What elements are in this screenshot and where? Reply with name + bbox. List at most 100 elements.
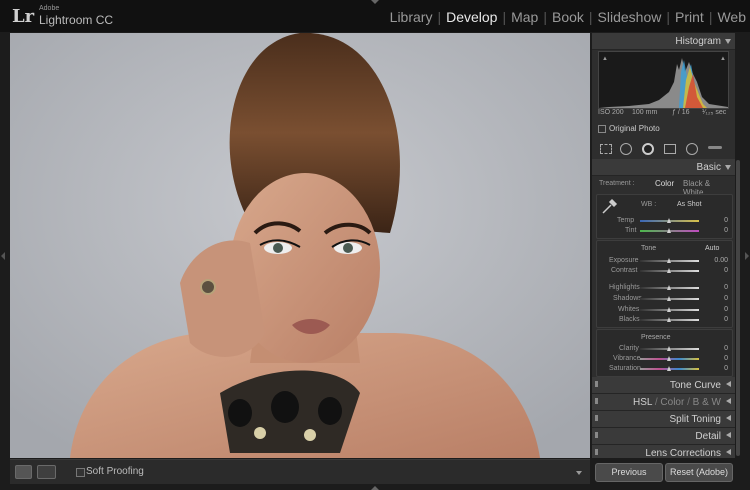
shadows-label: Shadows [613,295,642,302]
slider-handle[interactable] [667,258,671,263]
color-tab[interactable]: Color [660,397,684,408]
crop-tool-icon[interactable] [600,144,612,154]
histogram-title: Histogram [675,36,721,47]
module-library[interactable]: Library [390,9,433,25]
module-map[interactable]: Map [511,9,538,25]
panel-toggle-icon[interactable] [595,415,598,421]
saturation-slider[interactable] [640,366,699,371]
module-web[interactable]: Web [717,9,746,25]
panel-toggle-icon[interactable] [595,381,598,387]
graduated-filter-icon[interactable] [664,144,676,154]
exposure-value[interactable]: 0.00 [714,257,728,264]
iso-value: ISO 200 [598,109,624,116]
reset-button[interactable]: Reset (Adobe) [665,463,733,482]
whites-slider[interactable] [640,307,699,312]
brand-adobe: Adobe [39,5,60,12]
tone-curve-header[interactable]: Tone Curve [592,377,735,394]
panel-toggle-icon[interactable] [595,432,598,438]
detail-title: Detail [695,431,721,442]
contrast-slider[interactable] [640,268,699,273]
slider-handle[interactable] [667,285,671,290]
slider-handle[interactable] [667,346,671,351]
module-slideshow[interactable]: Slideshow [598,9,662,25]
svg-text:▲: ▲ [602,56,608,62]
bw-tab[interactable]: B & W [693,397,721,408]
clarity-value[interactable]: 0 [724,345,728,352]
expand-icon [726,398,731,404]
panel-toggle-icon[interactable] [595,449,598,455]
highlights-label: Highlights [609,284,640,291]
detail-header[interactable]: Detail [592,428,735,445]
whites-value[interactable]: 0 [724,306,728,313]
highlights-value[interactable]: 0 [724,284,728,291]
tint-slider[interactable] [640,228,699,233]
clarity-slider[interactable] [640,346,699,351]
original-photo-toggle[interactable]: Original Photo [598,124,660,133]
module-print[interactable]: Print [675,9,704,25]
hsl-tab[interactable]: HSL [633,397,652,408]
focal-length: 100 mm [632,109,658,116]
slider-handle[interactable] [667,317,671,322]
slider-handle[interactable] [667,268,671,273]
basic-header[interactable]: Basic [592,159,735,176]
saturation-label: Saturation [609,365,641,372]
left-panel-toggle-icon[interactable] [1,252,5,260]
expand-icon [726,449,731,455]
histogram-header[interactable]: Histogram [592,33,735,50]
split-toning-header[interactable]: Split Toning [592,411,735,428]
contrast-value[interactable]: 0 [724,267,728,274]
photo-canvas[interactable] [10,33,590,458]
loupe-view-button[interactable] [15,465,32,479]
expand-icon [726,415,731,421]
before-after-button[interactable] [37,465,56,479]
treatment-color-option[interactable]: Color [655,179,674,188]
tint-value[interactable]: 0 [724,227,728,234]
shadows-value[interactable]: 0 [724,295,728,302]
tone-auto-button[interactable]: Auto [705,245,719,252]
highlights-slider[interactable] [640,285,699,290]
blacks-slider[interactable] [640,317,699,322]
hsl-header[interactable]: HSL / Color / B & W [592,394,735,411]
lens-corrections-header[interactable]: Lens Corrections [592,445,735,458]
brand-name: Lightroom CC [39,13,114,27]
tone-section: Tone Auto Exposure 0.00 Contrast 0 Highl… [596,240,733,328]
collapse-icon [725,165,731,170]
module-develop[interactable]: Develop [446,9,497,25]
slider-handle[interactable] [667,296,671,301]
filmstrip-toggle-icon[interactable] [371,486,379,490]
slider-handle[interactable] [667,218,671,223]
slider-handle[interactable] [667,356,671,361]
slider-handle[interactable] [667,228,671,233]
shadows-slider[interactable] [640,296,699,301]
saturation-value[interactable]: 0 [724,365,728,372]
slider-handle[interactable] [667,366,671,371]
original-photo-checkbox[interactable] [598,124,606,133]
histogram-graph[interactable]: ▲ ▲ [598,51,729,109]
temp-slider[interactable] [640,218,699,223]
vibrance-slider[interactable] [640,356,699,361]
previous-button[interactable]: Previous [595,463,663,482]
blacks-value[interactable]: 0 [724,316,728,323]
vibrance-value[interactable]: 0 [724,355,728,362]
slider-handle[interactable] [667,307,671,312]
treatment-row: Treatment : Color Black & White [596,176,731,197]
panel-toggle-icon[interactable] [595,398,598,404]
panel-scrollbar[interactable] [736,160,740,456]
spot-removal-icon[interactable] [620,143,632,155]
eyedropper-icon[interactable] [601,197,619,215]
temp-value[interactable]: 0 [724,217,728,224]
tool-strip [598,141,729,156]
exposure-slider[interactable] [640,258,699,263]
lens-corrections-title: Lens Corrections [645,448,721,458]
module-book[interactable]: Book [552,9,584,25]
adjustment-brush-icon[interactable] [708,146,722,149]
soft-proofing-checkbox[interactable] [76,468,85,477]
radial-filter-icon[interactable] [686,143,698,155]
right-panel-toggle-icon[interactable] [745,252,749,260]
toolbar-options-chevron-icon[interactable] [576,471,582,475]
original-photo-label: Original Photo [609,124,660,133]
top-panel-toggle-icon[interactable] [371,0,379,4]
wb-value[interactable]: As Shot [677,201,702,208]
red-eye-icon[interactable] [642,143,654,155]
module-separator: | [708,9,713,25]
